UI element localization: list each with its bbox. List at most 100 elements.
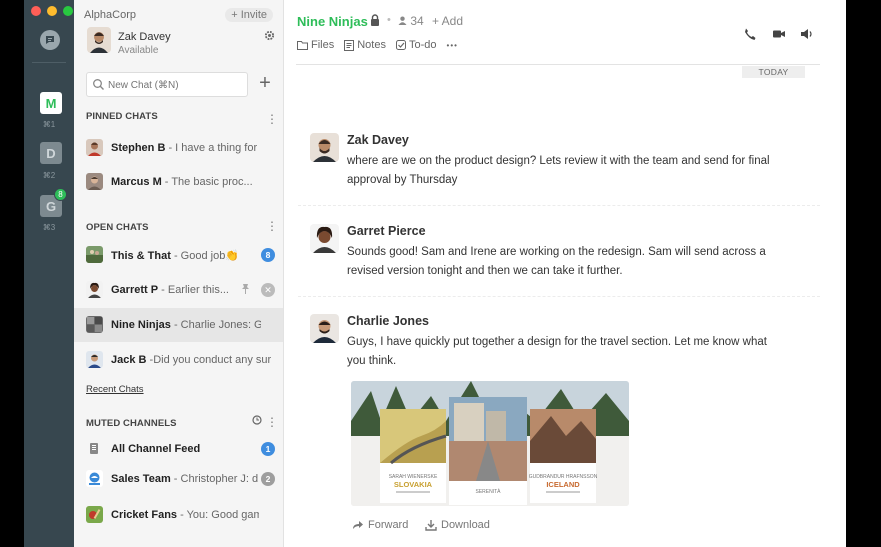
message-separator bbox=[298, 296, 820, 297]
mute-clock-icon[interactable] bbox=[252, 415, 262, 428]
date-divider: TODAY bbox=[742, 66, 805, 78]
chat-preview: - Charlie Jones: G... bbox=[173, 319, 261, 331]
download-label: Download bbox=[441, 519, 490, 531]
chat-item-this-and-that[interactable]: This & That - Good job👏 8 bbox=[74, 238, 283, 272]
org-name: AlphaCorp bbox=[84, 9, 136, 21]
chat-item-nine-ninjas[interactable]: Nine Ninjas - Charlie Jones: G... bbox=[74, 308, 283, 342]
open-more-icon[interactable]: ⋮ bbox=[266, 219, 278, 233]
open-chats-heading: OPEN CHATS bbox=[86, 222, 149, 233]
workspace-d-shortcut: ⌘2 bbox=[42, 171, 56, 180]
message-text: Sounds good! Sam and Irene are working o… bbox=[347, 246, 766, 277]
tab-notes[interactable]: Notes bbox=[344, 39, 386, 51]
new-chat-search[interactable] bbox=[86, 72, 248, 97]
message: Garret Pierce Sounds good! Sam and Irene… bbox=[310, 224, 820, 284]
chat-title: Nine Ninjas bbox=[297, 14, 368, 29]
chat-item-garrett[interactable]: Garrett P - Earlier this... ✕ bbox=[74, 273, 283, 307]
chat-name: Stephen B bbox=[111, 142, 166, 154]
new-chat-button[interactable]: + bbox=[254, 73, 276, 95]
chat-toolbar: Files Notes To-do ••• bbox=[297, 39, 458, 51]
chat-name: Garrett P bbox=[111, 284, 159, 296]
image-attachment[interactable]: SARAH WIENERSKE SLOVAKIA SERENITÀ GUDBRA… bbox=[351, 381, 629, 506]
pinned-more-icon[interactable]: ⋮ bbox=[266, 112, 278, 126]
avatar bbox=[86, 506, 103, 523]
unread-badge: 8 bbox=[261, 248, 275, 262]
chat-name: Marcus M bbox=[111, 176, 162, 188]
message: Zak Davey where are we on the product de… bbox=[310, 133, 820, 193]
workspace-m[interactable]: M bbox=[40, 92, 62, 114]
minimize-window-button[interactable] bbox=[47, 6, 57, 16]
channel-item-all-feed[interactable]: All Channel Feed 1 bbox=[74, 432, 283, 466]
phone-icon[interactable] bbox=[743, 27, 757, 41]
channel-name: Cricket Fans bbox=[111, 509, 178, 521]
chat-preview: - I have a thing for bbox=[165, 142, 258, 154]
app-logo-icon[interactable] bbox=[40, 30, 60, 50]
invite-button[interactable]: + Invite bbox=[225, 8, 273, 22]
chat-item-jack[interactable]: Jack B -Did you conduct any sur bbox=[74, 343, 283, 377]
speaker-icon[interactable] bbox=[800, 27, 814, 41]
tab-files[interactable]: Files bbox=[297, 39, 334, 51]
chat-item-marcus[interactable]: Marcus M - The basic proc... bbox=[74, 165, 283, 199]
workspace-g-shortcut: ⌘3 bbox=[42, 223, 56, 232]
muted-more-icon[interactable]: ⋮ bbox=[266, 415, 278, 429]
pinned-chats-heading: PINNED CHATS bbox=[86, 111, 158, 122]
channel-name: Sales Team bbox=[111, 473, 171, 485]
channel-item-cricket-fans[interactable]: Cricket Fans - You: Good game bbox=[74, 498, 283, 532]
chat-sidebar: AlphaCorp + Invite Zak Davey Available +… bbox=[74, 0, 284, 547]
search-icon bbox=[93, 79, 104, 90]
attachment-label-iceland: ICELAND bbox=[546, 480, 580, 489]
message: Charlie Jones Guys, I have quickly put t… bbox=[310, 314, 820, 374]
notes-icon bbox=[344, 39, 355, 51]
close-window-button[interactable] bbox=[31, 6, 41, 16]
avatar bbox=[86, 316, 103, 333]
pin-icon[interactable] bbox=[241, 283, 250, 297]
gear-icon[interactable] bbox=[264, 30, 275, 44]
avatar[interactable] bbox=[87, 27, 111, 53]
message-text: where are we on the product design? Lets… bbox=[347, 155, 770, 186]
avatar[interactable] bbox=[310, 224, 339, 253]
add-member-button[interactable]: + Add bbox=[432, 14, 463, 28]
unread-badge: 1 bbox=[261, 442, 275, 456]
workspace-g-badge: 8 bbox=[54, 188, 67, 201]
tab-label: To-do bbox=[408, 39, 437, 51]
channel-item-sales-team[interactable]: Sales Team - Christopher J: d... 2 bbox=[74, 462, 283, 496]
download-button[interactable]: Download bbox=[425, 519, 490, 531]
more-options-button[interactable]: ••• bbox=[447, 39, 458, 51]
tab-label: Files bbox=[311, 39, 335, 51]
chat-preview: -Did you conduct any sur bbox=[146, 354, 272, 366]
forward-button[interactable]: Forward bbox=[352, 519, 408, 531]
chat-name: This & That bbox=[111, 250, 171, 262]
app-window: M ⌘1 D ⌘2 G 8 ⌘3 AlphaCorp + Invite Zak … bbox=[24, 0, 846, 547]
member-count-value: 34 bbox=[410, 14, 424, 28]
recent-chats-link[interactable]: Recent Chats bbox=[86, 384, 144, 395]
tab-todo[interactable]: To-do bbox=[395, 39, 437, 51]
member-count[interactable]: 34 bbox=[398, 14, 424, 28]
message-author[interactable]: Garret Pierce bbox=[347, 224, 426, 238]
message-author[interactable]: Charlie Jones bbox=[347, 314, 429, 328]
lock-icon bbox=[371, 14, 379, 26]
video-camera-icon[interactable] bbox=[772, 27, 786, 41]
chat-preview: - Earlier this... bbox=[158, 284, 229, 296]
zoom-window-button[interactable] bbox=[63, 6, 73, 16]
avatar[interactable] bbox=[310, 314, 339, 343]
user-status[interactable]: Available bbox=[118, 45, 158, 56]
workspace-d[interactable]: D bbox=[40, 142, 62, 164]
avatar bbox=[86, 470, 103, 487]
avatar bbox=[86, 246, 103, 263]
rail-divider bbox=[32, 62, 66, 63]
checkbox-icon bbox=[395, 40, 406, 50]
avatar bbox=[86, 139, 103, 156]
search-input[interactable] bbox=[108, 77, 243, 93]
unread-badge: 2 bbox=[261, 472, 275, 486]
avatar[interactable] bbox=[310, 133, 339, 162]
separator-dot: • bbox=[387, 14, 391, 26]
person-icon bbox=[398, 16, 407, 25]
chat-panel: Nine Ninjas • 34 + Add Files Notes To-do… bbox=[284, 0, 846, 547]
message-separator bbox=[298, 205, 820, 206]
chat-item-stephen[interactable]: Stephen B - I have a thing for bbox=[74, 131, 283, 165]
folder-icon bbox=[297, 41, 308, 50]
message-author[interactable]: Zak Davey bbox=[347, 133, 409, 147]
header-divider bbox=[296, 64, 820, 65]
message-text: Guys, I have quickly put together a desi… bbox=[347, 336, 767, 367]
chat-preview: - The basic proc... bbox=[161, 176, 253, 188]
close-chat-icon[interactable]: ✕ bbox=[261, 283, 275, 297]
